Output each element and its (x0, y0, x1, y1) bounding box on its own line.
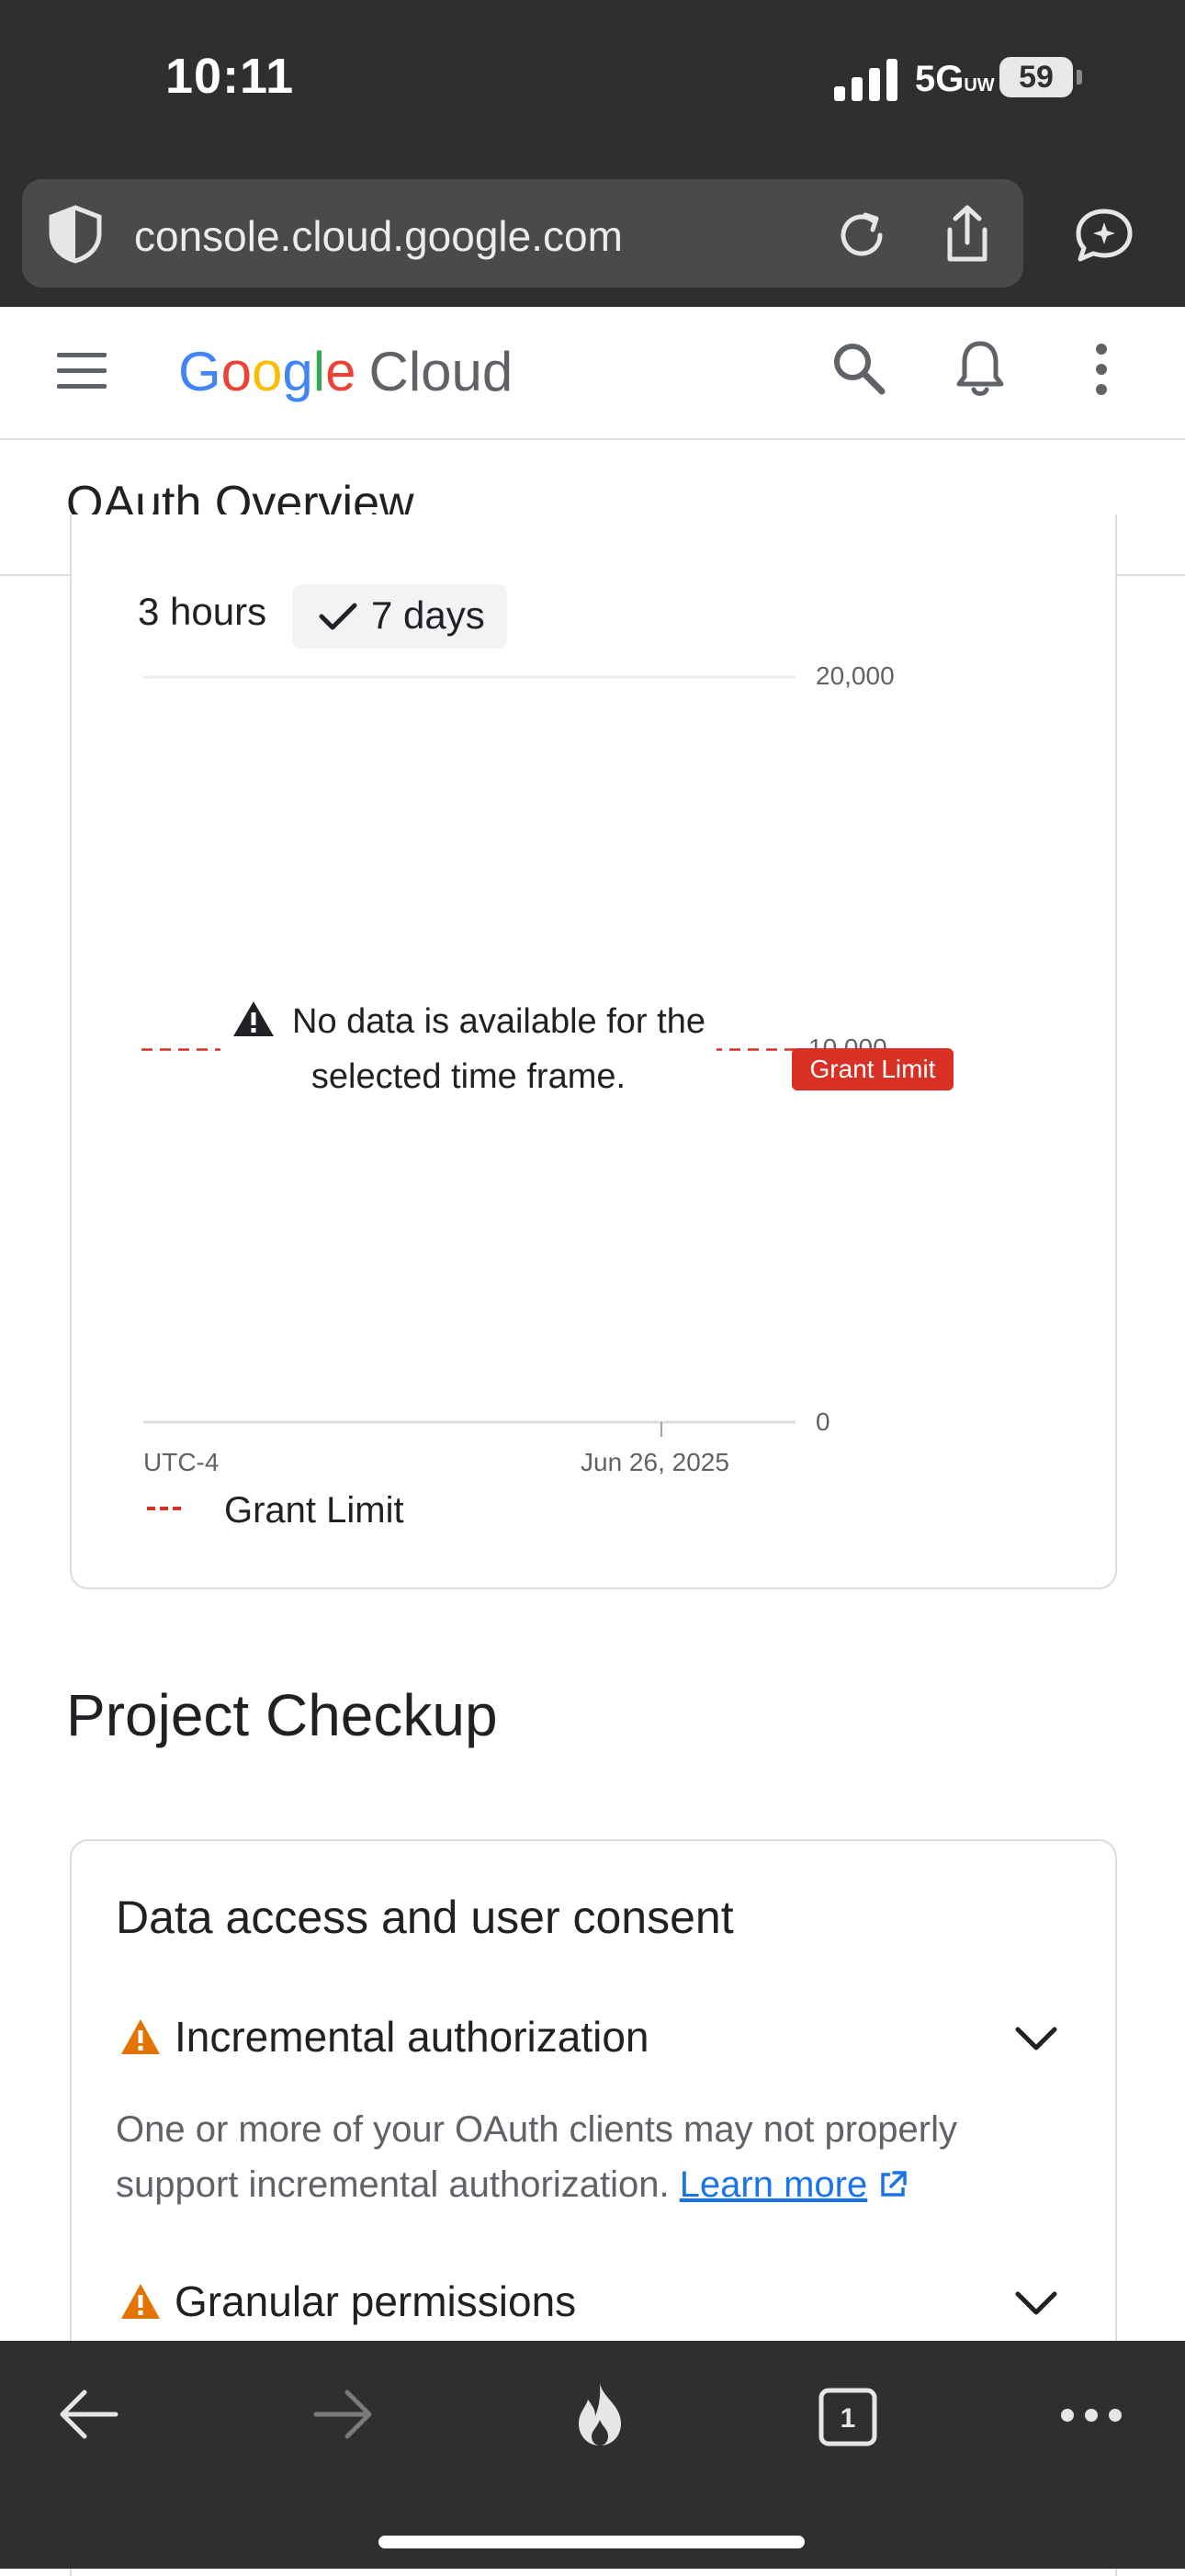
card-title: Data access and user consent (116, 1892, 734, 1943)
section-title: Project Checkup (66, 1682, 498, 1748)
chevron-down-icon[interactable] (1014, 2289, 1058, 2317)
item-title-granular-permissions[interactable]: Granular permissions (175, 2277, 576, 2326)
legend-item-grant-limit[interactable]: Grant Limit (224, 1490, 404, 1531)
learn-more-link[interactable]: Learn more (680, 2164, 868, 2205)
grant-limit-badge: Grant Limit (792, 1048, 954, 1090)
x-tick-label: Jun 26, 2025 (581, 1448, 729, 1476)
y-tick-label: 20,000 (816, 661, 895, 690)
home-indicator[interactable] (378, 2536, 805, 2548)
browser-bottom-toolbar (0, 2341, 1185, 2569)
chevron-down-icon[interactable] (1014, 2025, 1058, 2052)
svg-text:1: 1 (841, 2403, 856, 2434)
external-link-icon[interactable] (877, 2169, 908, 2200)
timezone-label: UTC-4 (143, 1448, 220, 1476)
tabs-icon[interactable]: 1 (818, 2387, 878, 2447)
warning-icon (233, 1001, 275, 1036)
y-tick-label: 0 (816, 1407, 830, 1436)
back-icon[interactable] (57, 2385, 119, 2444)
no-data-message: No data is available for the selected ti… (220, 994, 717, 1104)
warning-icon (121, 2019, 160, 2054)
more-horiz-icon[interactable] (1058, 2403, 1124, 2427)
forward-icon[interactable] (312, 2385, 375, 2444)
item-description: One or more of your OAuth clients may no… (116, 2109, 957, 2205)
flame-icon[interactable] (570, 2379, 630, 2449)
warning-icon (121, 2284, 160, 2319)
item-title-incremental-authorization[interactable]: Incremental authorization (175, 2012, 649, 2062)
